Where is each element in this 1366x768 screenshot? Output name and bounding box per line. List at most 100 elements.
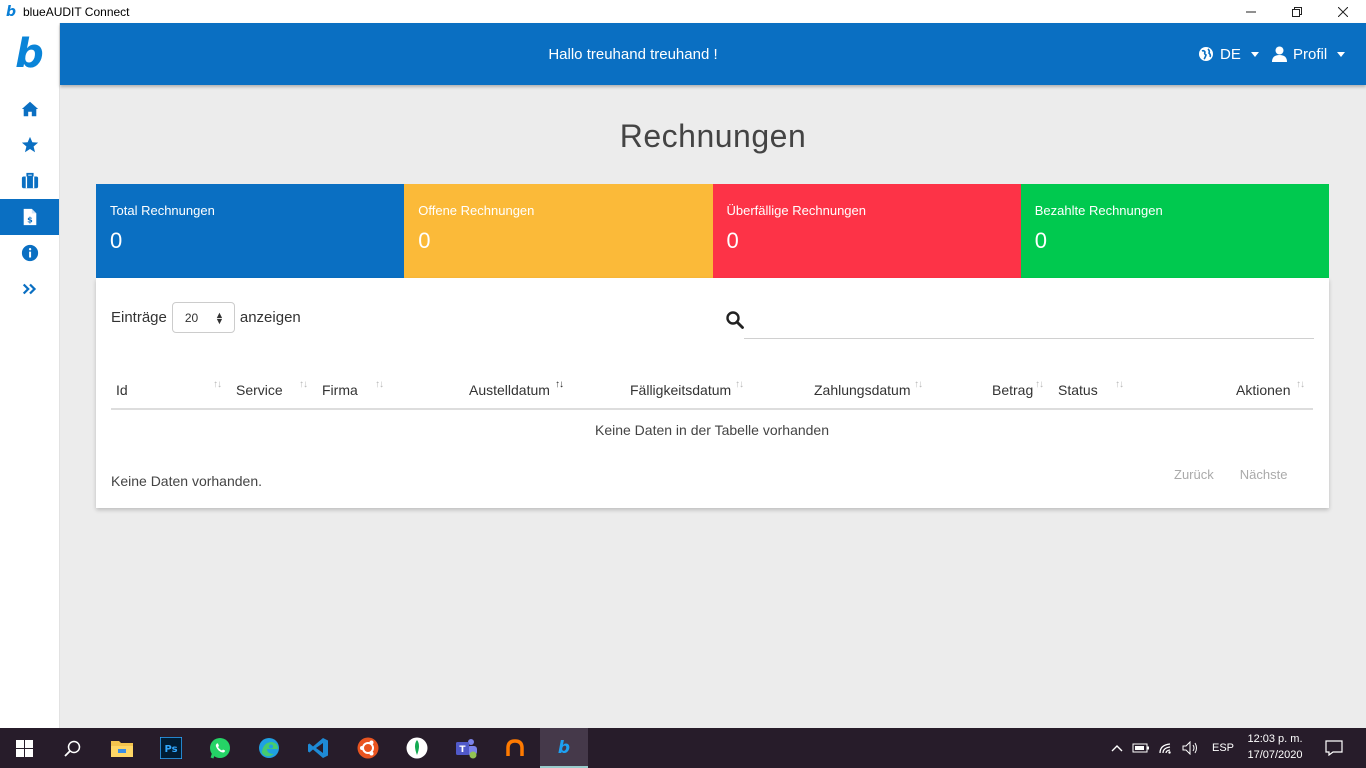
sidebar-item-favorites[interactable] [0, 127, 59, 163]
mongodb-icon [406, 737, 428, 759]
minimize-icon [1246, 11, 1256, 12]
pagination-prev-button[interactable]: Zurück [1174, 467, 1214, 482]
table-empty-row: Keine Daten in der Tabelle vorhanden [594, 422, 830, 438]
column-label: Service [236, 382, 283, 398]
input-language[interactable]: ESP [1212, 742, 1234, 754]
file-explorer-icon [111, 741, 133, 757]
edge-icon [259, 738, 279, 758]
column-header-zahlungsdatum[interactable]: Zahlungsdatum ↑↓ [814, 379, 923, 398]
chevron-up-icon[interactable] [1110, 743, 1124, 753]
action-center-button[interactable] [1310, 728, 1358, 768]
windows-start-icon [15, 739, 33, 757]
stat-overdue-invoices: Überfällige Rechnungen 0 [712, 184, 1021, 278]
svg-text:Ps: Ps [164, 744, 177, 755]
star-icon [21, 136, 38, 153]
column-header-id[interactable]: Id ↑↓ [116, 379, 222, 398]
system-clock[interactable]: 12:03 p. m. 17/07/2020 [1240, 731, 1310, 763]
column-label: Austelldatum [469, 382, 550, 398]
window-titlebar: b blueAUDIT Connect [0, 0, 1366, 23]
sort-icon: ↑↓ [735, 379, 744, 390]
language-dropdown[interactable]: DE [1198, 23, 1259, 85]
taskbar-ubuntu[interactable] [344, 728, 392, 768]
taskbar-search-button[interactable] [48, 728, 96, 768]
sidebar-item-info[interactable] [0, 235, 59, 271]
sort-icon: ↑↓ [213, 379, 222, 390]
column-label: Betrag [992, 382, 1034, 398]
language-label: DE [1220, 45, 1241, 63]
taskbar-blueaudit[interactable]: b [540, 728, 588, 768]
taskbar-orange-app[interactable] [491, 728, 539, 768]
taskbar-edge[interactable] [245, 728, 293, 768]
brand-logo-icon: b [15, 31, 44, 77]
whatsapp-icon [210, 738, 230, 759]
entries-suffix: anzeigen [239, 309, 301, 326]
clock-date: 17/07/2020 [1247, 749, 1303, 761]
windows-start-button[interactable] [0, 728, 48, 768]
stat-value: 0 [1034, 228, 1047, 253]
taskbar-photoshop[interactable]: Ps [147, 728, 195, 768]
taskbar-mongodb-compass[interactable] [393, 728, 441, 768]
column-header-service[interactable]: Service ↑↓ [236, 379, 308, 398]
svg-text:$: $ [27, 214, 33, 224]
search-icon [63, 740, 80, 757]
teams-icon: T [456, 739, 477, 759]
column-header-betrag[interactable]: Betrag ↑↓ [992, 379, 1044, 398]
vscode-icon [308, 738, 328, 758]
sidebar-item-home[interactable] [0, 91, 59, 127]
stat-label: Bezahlte Rechnungen [1034, 203, 1163, 218]
pagination: Zurück Nächste [1174, 467, 1287, 482]
window-controls [1228, 0, 1366, 23]
chevron-down-icon [1250, 51, 1259, 57]
profile-dropdown[interactable]: Profil [1272, 23, 1346, 85]
entries-select-value: 20 [184, 310, 199, 325]
stat-open-invoices: Offene Rechnungen 0 [404, 184, 713, 278]
entries-select[interactable]: 20 ▲ ▼ [171, 302, 235, 333]
sidebar-item-expand[interactable] [0, 271, 59, 307]
home-icon [21, 101, 38, 117]
column-header-status[interactable]: Status ↑↓ [1058, 379, 1124, 398]
svg-text:T: T [459, 745, 466, 755]
sort-icon: ↑↓ [1115, 379, 1124, 390]
stat-paid-invoices: Bezahlte Rechnungen 0 [1020, 184, 1329, 278]
invoices-table-panel: Einträge 20 ▲ ▼ anzeigen Id ↑↓ Service ↑↓… [96, 278, 1329, 508]
column-header-aktionen[interactable]: Aktionen ↑↓ [1236, 379, 1305, 398]
sidebar-item-invoices[interactable]: $ [0, 199, 59, 235]
taskbar-teams[interactable]: T [442, 728, 490, 768]
minimize-button[interactable] [1228, 0, 1274, 23]
pagination-next-button[interactable]: Nächste [1240, 467, 1288, 482]
sort-icon: ↑↓ [1296, 379, 1305, 390]
stat-total-invoices: Total Rechnungen 0 [96, 184, 405, 278]
stat-label: Offene Rechnungen [418, 203, 535, 218]
restore-icon [1292, 6, 1302, 17]
column-label: Id [116, 382, 128, 398]
close-button[interactable] [1320, 0, 1366, 23]
column-header-faelligkeitsdatum[interactable]: Fälligkeitsdatum ↑↓ [630, 379, 744, 398]
stats-row: Total Rechnungen 0 Offene Rechnungen 0 Ü… [96, 184, 1329, 278]
sidebar-item-services[interactable] [0, 163, 59, 199]
restore-button[interactable] [1274, 0, 1320, 23]
photoshop-icon: Ps [160, 737, 182, 759]
info-icon [21, 244, 38, 262]
search-input[interactable] [744, 304, 1314, 339]
taskbar-whatsapp[interactable] [196, 728, 244, 768]
invoice-icon: $ [23, 208, 36, 226]
table-header: Id ↑↓ Service ↑↓ Firma ↑↓ Austelldatum ↑… [111, 376, 1313, 410]
battery-icon[interactable] [1132, 742, 1150, 754]
sort-icon: ↑↓ [299, 379, 308, 390]
sort-icon: ↑↓ [375, 379, 384, 390]
sort-desc-icon: ↑↓ [555, 379, 564, 390]
column-header-austelldatum[interactable]: Austelldatum ↑↓ [469, 379, 564, 398]
column-header-firma[interactable]: Firma ↑↓ [322, 379, 384, 398]
globe-icon [1199, 47, 1213, 61]
stat-label: Total Rechnungen [110, 203, 215, 218]
stat-value: 0 [418, 228, 431, 253]
volume-icon[interactable] [1182, 741, 1200, 755]
table-info: Keine Daten vorhanden. [111, 473, 262, 489]
taskbar-vscode[interactable] [294, 728, 342, 768]
brand-logo[interactable]: b [0, 23, 59, 85]
expand-icon [22, 283, 36, 295]
wifi-icon[interactable] [1158, 741, 1174, 755]
column-label: Firma [322, 382, 358, 398]
taskbar-file-explorer[interactable] [98, 728, 146, 768]
profile-label: Profil [1293, 45, 1328, 63]
